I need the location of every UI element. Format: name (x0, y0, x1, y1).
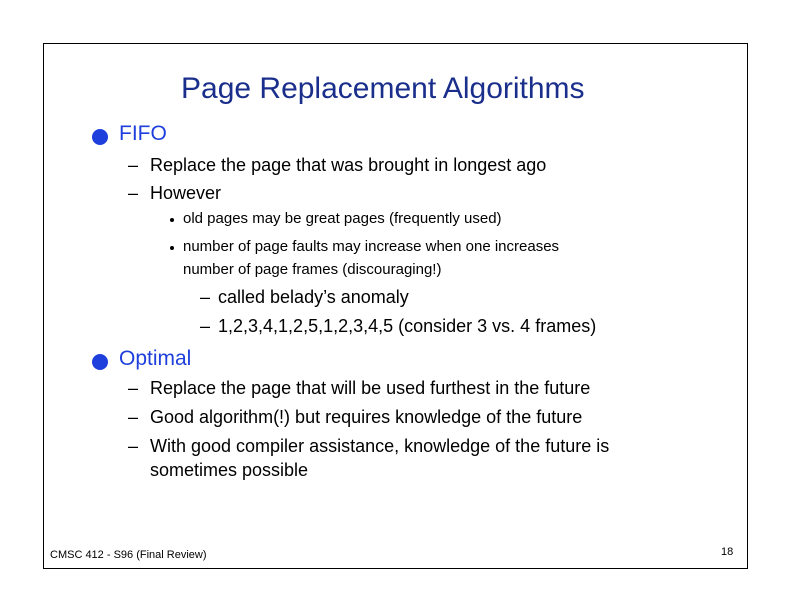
slide-footer: CMSC 412 - S96 (Final Review) (50, 549, 207, 561)
section-heading-fifo: FIFO (119, 122, 167, 145)
list-subitem: old pages may be great pages (frequently… (183, 210, 502, 227)
dash-icon: – (200, 287, 211, 307)
dash-icon: – (128, 407, 139, 427)
dash-icon: – (128, 436, 139, 456)
dash-icon: – (200, 316, 211, 336)
bullet-icon (92, 129, 108, 145)
list-subsubitem: called belady’s anomaly (218, 287, 409, 307)
list-subitem: number of page faults may increase when … (183, 238, 560, 255)
list-item: However (150, 183, 222, 203)
bullet-icon (92, 354, 108, 370)
list-item-continued: sometimes possible (150, 460, 309, 480)
list-item: Good algorithm(!) but requires knowledge… (150, 407, 583, 427)
list-item: Replace the page that was brought in lon… (150, 155, 547, 175)
list-subsubitem: 1,2,3,4,1,2,5,1,2,3,4,5 (consider 3 vs. … (218, 316, 597, 336)
bullet-icon (170, 246, 174, 250)
page-number: 18 (721, 546, 734, 558)
list-item: Replace the page that will be used furth… (150, 378, 591, 398)
bullet-icon (170, 218, 174, 222)
dash-icon: – (128, 183, 139, 203)
list-subitem-continued: number of page frames (discouraging!) (183, 261, 442, 278)
slide-title: Page Replacement Algorithms (181, 72, 585, 105)
section-heading-optimal: Optimal (119, 347, 192, 370)
dash-icon: – (128, 378, 139, 398)
dash-icon: – (128, 155, 139, 175)
list-item: With good compiler assistance, knowledge… (150, 436, 610, 456)
